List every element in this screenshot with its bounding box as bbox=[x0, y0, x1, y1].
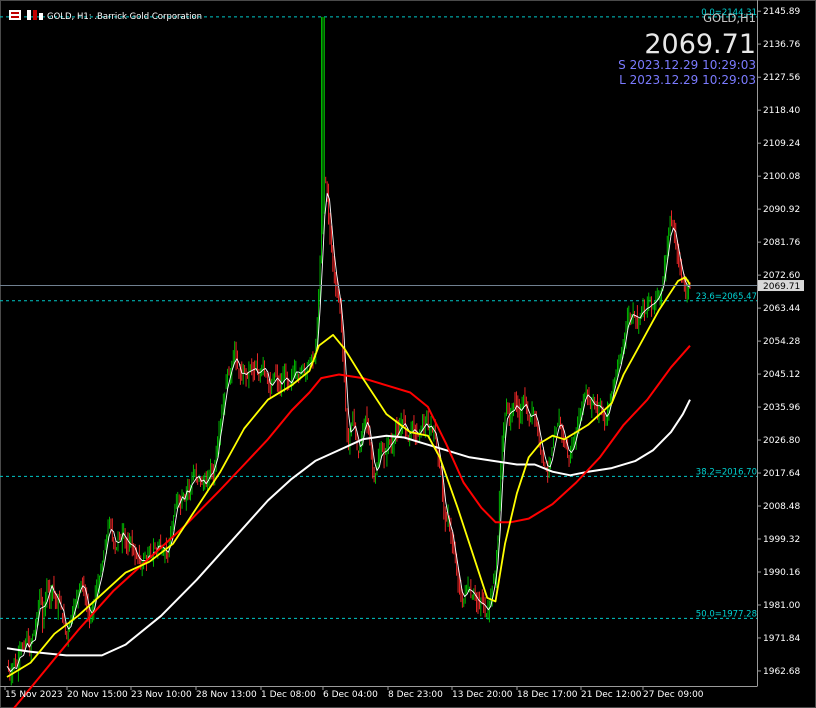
current-price-label: 2069.71 bbox=[763, 282, 800, 292]
x-tick-label: 28 Nov 13:00 bbox=[196, 690, 257, 700]
y-tick-label: 2017.64 bbox=[763, 469, 800, 479]
server-time: S 2023.12.29 10:29:03 bbox=[618, 58, 756, 72]
local-time: L 2023.12.29 10:29:03 bbox=[619, 73, 756, 87]
fib-level-label: 38.2=2016.70 bbox=[696, 467, 757, 477]
bars-icon bbox=[27, 10, 31, 20]
symbol-tag: GOLD,H1 bbox=[703, 11, 756, 25]
x-tick-label: 1 Dec 08:00 bbox=[261, 690, 316, 700]
y-tick-label: 1962.68 bbox=[763, 667, 800, 677]
chart-icon-bar bbox=[11, 16, 19, 18]
bars-icon bbox=[39, 13, 43, 20]
y-tick-label: 2118.40 bbox=[763, 106, 800, 116]
chart-frame bbox=[0, 0, 816, 708]
y-tick-label: 2127.56 bbox=[763, 73, 800, 83]
y-tick-label: 2145.89 bbox=[763, 7, 800, 17]
bars-icon bbox=[33, 10, 37, 20]
y-tick-label: 1981.00 bbox=[763, 601, 800, 611]
y-tick-label: 1971.84 bbox=[763, 634, 800, 644]
y-tick-label: 2081.76 bbox=[763, 238, 800, 248]
x-tick-label: 13 Dec 20:00 bbox=[452, 690, 513, 700]
y-tick-label: 2026.80 bbox=[763, 436, 800, 446]
y-tick-label: 2100.08 bbox=[763, 172, 800, 182]
x-tick-label: 6 Dec 04:00 bbox=[323, 690, 378, 700]
price-axis[interactable]: 2145.89 2136.76 2127.56 2118.40 2109.24 2100.… bbox=[757, 7, 800, 677]
chart-window[interactable]: 0.0=2144.31 23.6=2065.47 38.2=2016.70 50.0=… bbox=[0, 0, 816, 708]
y-tick-label: 2054.28 bbox=[763, 337, 800, 347]
x-tick-label: 8 Dec 23:00 bbox=[388, 690, 443, 700]
y-tick-label: 2136.76 bbox=[763, 40, 800, 50]
x-tick-label: 20 Nov 15:00 bbox=[67, 690, 128, 700]
x-tick-label: 15 Nov 2023 bbox=[5, 690, 63, 700]
y-tick-label: 2090.92 bbox=[763, 205, 800, 215]
last-price: 2069.71 bbox=[644, 29, 756, 60]
chart-icon-bar bbox=[11, 12, 19, 14]
chart-icon bbox=[9, 10, 21, 20]
y-tick-label: 2008.48 bbox=[763, 502, 800, 512]
fib-level-label: 23.6=2065.47 bbox=[696, 292, 757, 302]
y-tick-label: 1990.16 bbox=[763, 568, 800, 578]
chart-title: GOLD, H1: .Barrick Gold Corporation bbox=[47, 12, 202, 22]
fib-level-label: 50.0=1977.28 bbox=[696, 609, 757, 619]
y-tick-label: 2035.96 bbox=[763, 403, 800, 413]
y-tick-label: 2063.44 bbox=[763, 304, 800, 314]
price-chart[interactable]: 0.0=2144.3123.6=2065.4738.2=2016.7050.0=… bbox=[0, 0, 816, 708]
y-tick-label: 2109.24 bbox=[763, 139, 800, 149]
x-tick-label: 21 Dec 12:00 bbox=[581, 690, 642, 700]
x-tick-label: 27 Dec 09:00 bbox=[643, 690, 704, 700]
y-tick-label: 2072.60 bbox=[763, 271, 800, 281]
y-tick-label: 1999.32 bbox=[763, 535, 800, 545]
y-tick-label: 2045.12 bbox=[763, 370, 800, 380]
x-tick-label: 23 Nov 10:00 bbox=[131, 690, 192, 700]
x-tick-label: 18 Dec 17:00 bbox=[517, 690, 578, 700]
